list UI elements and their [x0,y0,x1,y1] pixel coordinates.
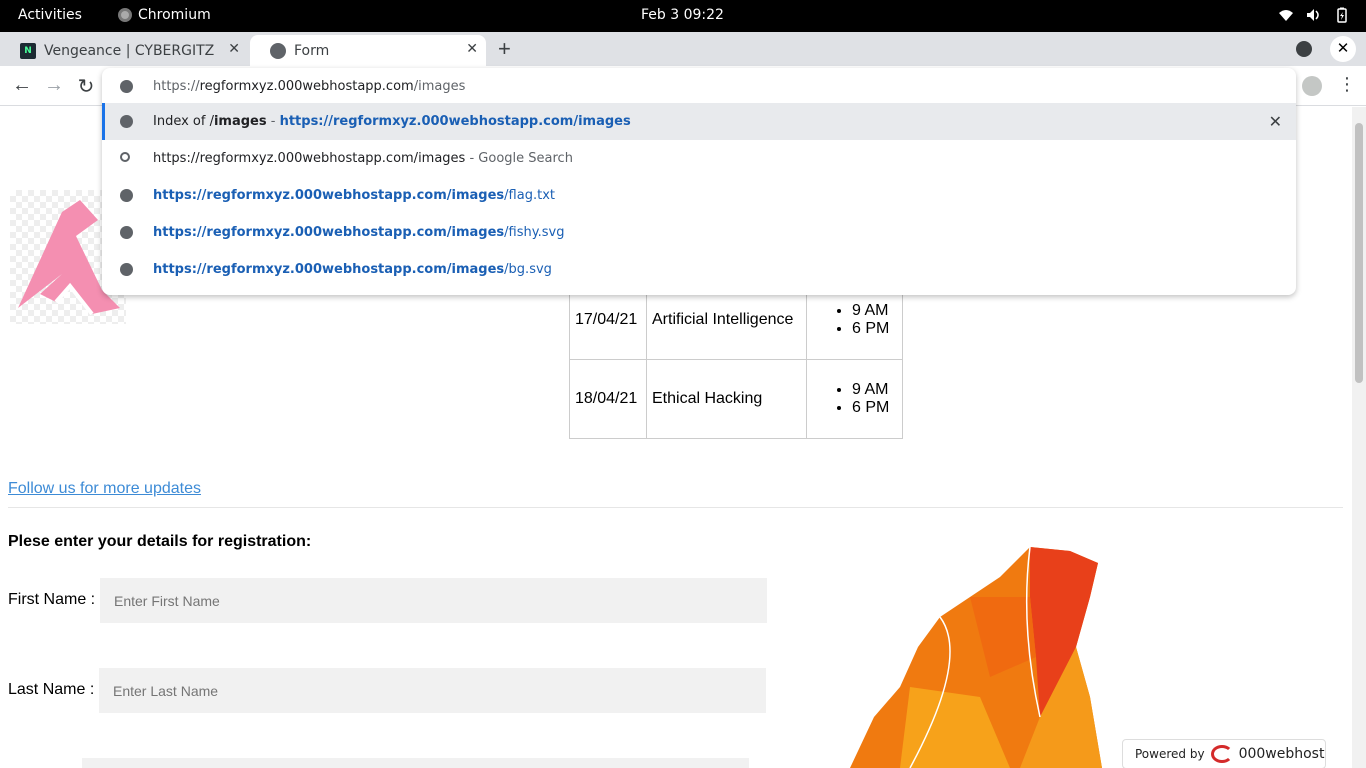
date-cell: 18/04/21 [569,359,647,439]
tab-search-icon[interactable] [1296,41,1312,57]
nh-favicon-icon: N [20,42,36,59]
first-name-field[interactable]: Enter First Name [100,578,767,623]
table-row: 18/04/21 Ethical Hacking 9 AM 6 PM [569,359,903,439]
scrollbar-thumb[interactable] [1355,123,1363,383]
page-scrollbar[interactable] [1352,107,1366,768]
close-icon[interactable]: ✕ [228,41,240,57]
map-illustration [840,537,1110,768]
wifi-icon [1278,7,1294,23]
app-name: Chromium [138,7,211,23]
suggestion-bg-svg[interactable]: https://regformxyz.000webhostapp.com/ima… [102,251,1296,288]
next-field[interactable] [82,758,749,768]
back-icon[interactable]: ← [10,74,34,97]
time-item: 9 AM [852,302,897,320]
times-cell: 9 AM 6 PM [806,359,903,439]
globe-icon [120,263,133,276]
globe-icon [120,226,133,239]
globe-icon [120,189,133,202]
activities-button[interactable]: Activities [18,7,82,23]
time-item: 9 AM [852,381,897,399]
tab-vengeance[interactable]: N Vengeance | CYBERGITZ C ✕ [0,35,248,66]
tab-title: Vengeance | CYBERGITZ C [44,42,214,59]
menu-kebab-icon[interactable]: ⋮ [1338,74,1356,95]
registration-heading: Plese enter your details for registratio… [8,533,312,550]
topic-cell: Ethical Hacking [646,359,807,439]
tab-form[interactable]: Form ✕ [250,35,486,66]
powered-by-badge[interactable]: Powered by 000webhost [1122,739,1326,768]
window-close-button[interactable]: ✕ [1330,36,1356,62]
follow-link[interactable]: Follow us for more updates [8,480,201,498]
last-name-label: Last Name : [8,681,95,698]
close-icon[interactable]: ✕ [466,41,478,57]
chromium-icon [118,8,132,22]
clock[interactable]: Feb 3 09:22 [641,7,724,23]
suggestion-flag-txt[interactable]: https://regformxyz.000webhostapp.com/ima… [102,177,1296,214]
address-input[interactable]: https://regformxyz.000webhostapp.com/ima… [102,68,1296,104]
powered-by-brand: 000webhost [1238,746,1325,762]
suggestion-fishy-svg[interactable]: https://regformxyz.000webhostapp.com/ima… [102,214,1296,251]
divider [8,507,1343,508]
globe-icon [270,42,286,59]
time-item: 6 PM [852,320,897,338]
reload-icon[interactable]: ↻ [74,74,98,99]
000webhost-logo-icon [1210,745,1233,763]
suggestion-index-of-images[interactable]: Index of / images - https://regformxyz.00… [102,103,1296,140]
tab-title: Form [294,42,330,59]
system-top-bar: Activities Chromium Feb 3 09:22 [0,0,1366,32]
suggestion-google-search[interactable]: https://regformxyz.000webhostapp.com/ima… [102,140,1296,177]
powered-by-label: Powered by [1135,747,1205,761]
omnibox-dropdown[interactable]: https://regformxyz.000webhostapp.com/ima… [102,68,1296,295]
first-name-label: First Name : [8,591,96,608]
profile-avatar-icon[interactable] [1302,76,1322,96]
time-item: 6 PM [852,399,897,417]
battery-icon [1334,7,1350,23]
search-icon [120,152,130,162]
tab-strip: N Vengeance | CYBERGITZ C ✕ Form ✕ [0,32,1366,66]
globe-icon [120,115,133,128]
forward-icon[interactable]: → [42,74,66,97]
volume-icon [1306,7,1322,23]
globe-icon [120,80,133,93]
schedule-table: 17/04/21 Artificial Intelligence 9 AM 6 … [569,280,903,439]
new-tab-button[interactable]: + [498,36,511,62]
system-tray[interactable] [1278,7,1350,23]
app-menu[interactable]: Chromium [118,7,211,23]
remove-suggestion-icon[interactable]: ✕ [1269,112,1282,131]
last-name-field[interactable]: Enter Last Name [99,668,766,713]
